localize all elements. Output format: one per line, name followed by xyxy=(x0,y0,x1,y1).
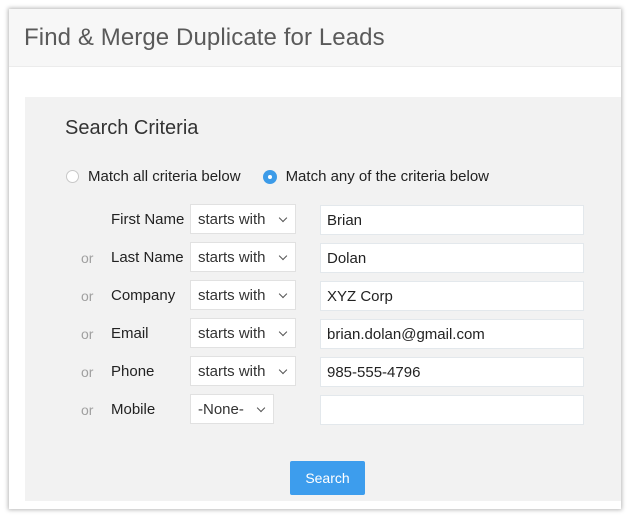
field-label: Last Name xyxy=(111,249,184,266)
operator-select[interactable]: starts with xyxy=(190,280,296,310)
search-button[interactable]: Search xyxy=(290,461,365,495)
or-connector: or xyxy=(81,250,94,266)
operator-value: starts with xyxy=(198,362,266,380)
operator-select[interactable]: starts with xyxy=(190,204,296,234)
criteria-row-last-name: or Last Name starts with xyxy=(81,242,621,274)
chevron-down-icon xyxy=(256,403,266,413)
criteria-row-company: or Company starts with xyxy=(81,280,621,312)
operator-select[interactable]: starts with xyxy=(190,242,296,272)
field-label: Company xyxy=(111,287,176,304)
criteria-row-phone: or Phone starts with xyxy=(81,356,621,388)
value-input[interactable] xyxy=(320,357,584,387)
value-input[interactable] xyxy=(320,395,584,425)
match-any-label[interactable]: Match any of the criteria below xyxy=(286,168,489,185)
criteria-row-email: or Email starts with xyxy=(81,318,621,350)
or-connector: or xyxy=(81,288,94,304)
dialog-header: Find & Merge Duplicate for Leads xyxy=(9,9,621,67)
operator-select[interactable]: starts with xyxy=(190,356,296,386)
search-criteria-panel: Search Criteria Match all criteria below… xyxy=(25,97,621,501)
operator-value: starts with xyxy=(198,286,266,304)
chevron-down-icon xyxy=(278,365,288,375)
value-input[interactable] xyxy=(320,205,584,235)
or-connector: or xyxy=(81,402,94,418)
find-merge-dialog: Find & Merge Duplicate for Leads Search … xyxy=(9,9,621,509)
value-input[interactable] xyxy=(320,319,584,349)
operator-value: -None- xyxy=(198,400,244,418)
operator-select[interactable]: starts with xyxy=(190,318,296,348)
field-label: Mobile xyxy=(111,401,156,418)
match-options: Match all criteria below Match any of th… xyxy=(66,168,511,185)
operator-value: starts with xyxy=(198,324,266,342)
field-label: Email xyxy=(111,325,149,342)
value-input[interactable] xyxy=(320,243,584,273)
chevron-down-icon xyxy=(278,289,288,299)
chevron-down-icon xyxy=(278,251,288,261)
field-label: Phone xyxy=(111,363,155,380)
or-connector: or xyxy=(81,326,94,342)
chevron-down-icon xyxy=(278,213,288,223)
section-title: Search Criteria xyxy=(65,117,199,139)
value-input[interactable] xyxy=(320,281,584,311)
match-all-label[interactable]: Match all criteria below xyxy=(88,168,241,185)
match-all-radio[interactable] xyxy=(66,170,79,183)
field-label: First Name xyxy=(111,211,185,228)
match-any-radio[interactable] xyxy=(262,169,277,184)
or-connector: or xyxy=(81,364,94,380)
dialog-title: Find & Merge Duplicate for Leads xyxy=(24,23,385,51)
operator-value: starts with xyxy=(198,210,266,228)
operator-value: starts with xyxy=(198,248,266,266)
operator-select[interactable]: -None- xyxy=(190,394,274,424)
criteria-row-first-name: First Name starts with xyxy=(81,204,621,236)
criteria-row-mobile: or Mobile -None- xyxy=(81,394,621,426)
chevron-down-icon xyxy=(278,327,288,337)
